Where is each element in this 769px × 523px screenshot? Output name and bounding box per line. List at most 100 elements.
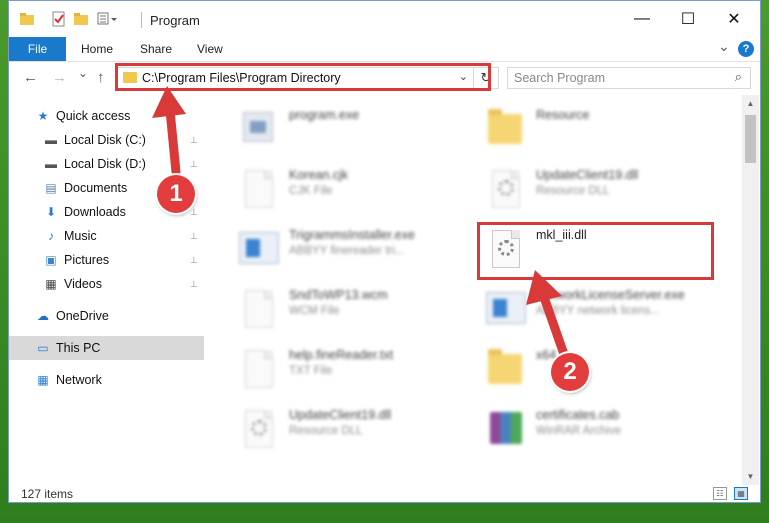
folder-icon: [486, 108, 524, 154]
pin-icon: ⊥: [190, 134, 198, 145]
sidebar-item-quick-access[interactable]: ★ Quick access: [9, 104, 204, 128]
videos-icon: ▦: [45, 277, 57, 291]
folder-icon[interactable]: [19, 11, 35, 27]
tab-share[interactable]: Share: [140, 42, 172, 56]
file-item[interactable]: Resource: [476, 102, 716, 162]
pin-icon: ⊥: [190, 206, 198, 217]
dll-icon: [486, 168, 524, 214]
file-item[interactable]: UpdateClient19.dll Resource DLL: [476, 162, 716, 222]
file-name: Resource: [536, 108, 590, 122]
tab-home[interactable]: Home: [81, 42, 113, 56]
large-icons-view-icon[interactable]: ▦: [734, 487, 748, 500]
sidebar-item-label: Documents: [64, 181, 128, 195]
file-item[interactable]: x64: [476, 342, 716, 402]
file-name: x64: [536, 348, 557, 362]
title-separator: [141, 12, 142, 28]
folder-icon: [486, 348, 524, 394]
app-icon: [486, 288, 526, 334]
vertical-scrollbar[interactable]: ▲ ▼: [742, 95, 759, 485]
expand-ribbon-chevron-icon[interactable]: ⌄: [718, 38, 730, 55]
file-type: ABBYY finereader tri...: [289, 245, 405, 257]
properties-icon[interactable]: [51, 11, 67, 27]
file-name: UpdateClient19.dll: [536, 168, 639, 182]
search-placeholder: Search Program: [514, 71, 606, 85]
navigation-pane: ★ Quick access ▬ Local Disk (C:) ⊥ ▬ Local Dis…: [9, 101, 204, 481]
sidebar-item-label: Local Disk (C:): [64, 133, 146, 147]
file-item[interactable]: Korean.cjk CJK File: [229, 162, 469, 222]
file-item[interactable]: help.fineReader.txt TXT File: [229, 342, 469, 402]
scroll-up-arrow-icon[interactable]: ▲: [742, 95, 759, 112]
file-item[interactable]: UpdateClient19.dll Resource DLL: [229, 402, 469, 462]
file-type: WCM File: [289, 305, 340, 317]
tab-view[interactable]: View: [197, 42, 223, 56]
new-folder-icon[interactable]: [73, 11, 89, 27]
window-title: Program: [150, 13, 200, 28]
documents-icon: ▤: [45, 181, 57, 195]
sidebar-item-local-disk-c[interactable]: ▬ Local Disk (C:) ⊥: [9, 128, 204, 152]
file-item[interactable]: NetworkLicenseServer.exe ABBYY network li…: [476, 282, 716, 342]
file-list: program.exe Resource Korean.cjk CJK File Upd…: [219, 97, 739, 477]
file-icon: [239, 348, 277, 394]
scroll-thumb[interactable]: [745, 115, 756, 163]
address-bar-highlight: [115, 63, 491, 91]
sidebar-item-label: Quick access: [56, 109, 131, 123]
scroll-down-arrow-icon[interactable]: ▼: [742, 468, 759, 485]
music-icon: ♪: [48, 229, 54, 243]
item-count: 127 items: [21, 487, 74, 501]
tab-file[interactable]: File: [9, 37, 66, 61]
sidebar-item-label: Downloads: [64, 205, 126, 219]
file-item[interactable]: TrigrammsInstaller.exe ABBYY finereader t…: [229, 222, 469, 282]
file-type: Resource DLL: [536, 185, 610, 197]
file-type: Resource DLL: [289, 425, 363, 437]
sidebar-item-pictures[interactable]: ▣ Pictures ⊥: [9, 248, 204, 272]
minimize-button[interactable]: —: [619, 1, 665, 37]
sidebar-item-network[interactable]: ▦ Network: [9, 368, 204, 392]
ribbon: File Home Share View ⌄ ?: [9, 37, 760, 62]
file-name: program.exe: [289, 108, 360, 122]
onedrive-icon: ☁: [37, 309, 49, 323]
sidebar-item-videos[interactable]: ▦ Videos ⊥: [9, 272, 204, 296]
file-name: help.fineReader.txt: [289, 348, 394, 362]
customize-toolbar-icon[interactable]: [97, 11, 117, 27]
pin-icon: ⊥: [190, 230, 198, 241]
sidebar-item-local-disk-d[interactable]: ▬ Local Disk (D:) ⊥: [9, 152, 204, 176]
sidebar-item-music[interactable]: ♪ Music ⊥: [9, 224, 204, 248]
file-name: Korean.cjk: [289, 168, 349, 182]
sidebar-item-label: Network: [56, 373, 102, 387]
help-icon[interactable]: ?: [738, 41, 754, 57]
search-input[interactable]: Search Program ⌕: [507, 67, 751, 89]
sidebar-item-label: Local Disk (D:): [64, 157, 146, 171]
installer-icon: [239, 228, 279, 274]
title-bar: Program — ☐ ✕: [9, 1, 760, 37]
winrar-icon: [486, 408, 524, 454]
file-item[interactable]: certificates.cab WinRAR Archive: [476, 402, 716, 462]
search-icon[interactable]: ⌕: [735, 69, 742, 85]
forward-button[interactable]: →: [52, 69, 67, 86]
recent-locations-chevron-icon[interactable]: ⌄: [78, 66, 88, 80]
sidebar-item-label: Videos: [64, 277, 102, 291]
dll-file-highlight: [477, 222, 714, 280]
computer-icon: ▭: [37, 341, 49, 355]
file-type: WinRAR Archive: [536, 425, 621, 437]
file-name: certificates.cab: [536, 408, 620, 422]
pin-icon: ⊥: [190, 254, 198, 265]
drive-icon: ▬: [45, 133, 57, 147]
drive-icon: ▬: [45, 157, 57, 171]
star-icon: ★: [37, 109, 49, 123]
file-type: TXT File: [289, 365, 333, 377]
maximize-button[interactable]: ☐: [665, 1, 711, 37]
file-type: ABBYY network licens...: [536, 305, 660, 317]
step-1-badge: 1: [157, 175, 195, 213]
step-2-badge: 2: [551, 353, 589, 391]
file-item[interactable]: program.exe: [229, 102, 469, 162]
sidebar-item-label: Music: [64, 229, 97, 243]
file-item[interactable]: SndToWP13.wcm WCM File: [229, 282, 469, 342]
up-button[interactable]: ↑: [97, 69, 105, 86]
sidebar-item-this-pc[interactable]: ▭ This PC: [9, 336, 204, 360]
close-button[interactable]: ✕: [711, 1, 757, 37]
sidebar-item-onedrive[interactable]: ☁ OneDrive: [9, 304, 204, 328]
details-view-icon[interactable]: ☷: [713, 487, 727, 500]
back-button[interactable]: ←: [23, 69, 38, 86]
file-icon: [239, 288, 277, 334]
file-name: UpdateClient19.dll: [289, 408, 392, 422]
